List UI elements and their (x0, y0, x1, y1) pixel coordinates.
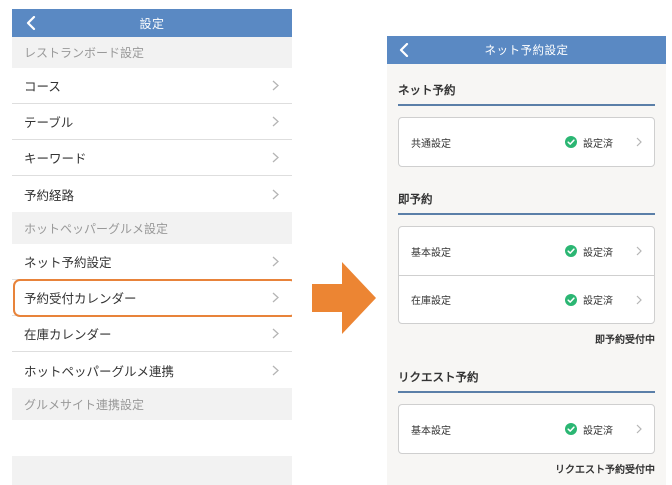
section-header-gourmet-sites: グルメサイト連携設定 (12, 388, 292, 420)
arrow-right-icon (312, 262, 376, 334)
settings-item-net-reservation[interactable]: ネット予約設定 (12, 244, 292, 280)
chevron-right-icon (270, 292, 280, 304)
check-circle-icon (565, 136, 577, 148)
status-badge: 設定済 (565, 292, 613, 307)
chevron-left-icon[interactable] (24, 16, 38, 30)
chevron-right-icon (635, 136, 643, 148)
settings-row-basic[interactable]: 基本設定 設定済 (399, 405, 654, 453)
status-text: 設定済 (583, 425, 613, 437)
settings-header: 設定 (12, 9, 292, 37)
status-badge: 設定済 (565, 422, 613, 437)
settings-item-label: キーワード (24, 151, 87, 166)
settings-item-label: 在庫カレンダー (24, 327, 112, 342)
status-badge: 設定済 (565, 244, 613, 259)
settings-item-reservation-route[interactable]: 予約経路 (12, 176, 292, 212)
row-label: 在庫設定 (411, 296, 451, 307)
row-label: 基本設定 (411, 247, 451, 259)
chevron-right-icon (270, 116, 280, 128)
chevron-left-icon[interactable] (397, 43, 411, 57)
section-header-restaurant-board: レストランボード設定 (12, 37, 292, 68)
check-circle-icon (565, 293, 577, 306)
status-text: 設定済 (583, 296, 613, 307)
settings-item-stock-calendar[interactable]: 在庫カレンダー (12, 316, 292, 352)
settings-item-label: コース (24, 79, 61, 94)
settings-item-label: ホットペッパーグルメ連携 (24, 363, 175, 379)
section-header-hotpepper: ホットペッパーグルメ設定 (12, 212, 292, 244)
page-title: ネット予約設定 (484, 43, 569, 57)
settings-item-label: ネット予約設定 (24, 255, 112, 270)
net-reservation-header: ネット予約設定 (387, 36, 666, 64)
chevron-right-icon (270, 80, 280, 92)
check-circle-icon (565, 423, 577, 435)
row-label: 共通設定 (411, 138, 451, 150)
settings-item-label: 予約受付カレンダー (24, 291, 137, 306)
chevron-right-icon (635, 245, 643, 257)
section-request-reservation: リクエスト予約 基本設定 設定済 リクエスト予約受付中 (398, 369, 655, 476)
chevron-right-icon (270, 152, 280, 164)
chevron-right-icon (270, 328, 280, 340)
request-reservation-status-note: リクエスト予約受付中 (555, 465, 655, 476)
settings-row-common[interactable]: 共通設定 設定済 (399, 118, 654, 166)
chevron-right-icon (635, 294, 643, 306)
row-label: 基本設定 (411, 425, 451, 437)
check-circle-icon (565, 245, 577, 257)
settings-row-basic[interactable]: 基本設定 設定済 (399, 227, 654, 275)
settings-item-label: テーブル (24, 115, 74, 130)
settings-card: 基本設定 設定済 (398, 404, 655, 454)
settings-item-table[interactable]: テーブル (12, 104, 292, 140)
chevron-right-icon (270, 364, 280, 376)
net-reservation-settings-screen: ネット予約設定 ネット予約 共通設定 設定済 即予約 基本設定 設定済 在庫設定… (387, 36, 666, 485)
chevron-right-icon (635, 423, 643, 435)
status-text: 設定済 (583, 247, 613, 259)
section-title: 即予約 (398, 191, 655, 215)
section-instant-reservation: 即予約 基本設定 設定済 在庫設定 設定済 即予約受付中 (398, 191, 655, 346)
section-title: リクエスト予約 (398, 369, 655, 393)
page-title: 設定 (139, 16, 165, 31)
section-net-reservation: ネット予約 共通設定 設定済 (398, 82, 655, 167)
settings-item-keyword[interactable]: キーワード (12, 140, 292, 176)
status-badge: 設定済 (565, 135, 613, 150)
settings-item-placeholder (12, 420, 292, 456)
settings-item-label: 予約経路 (24, 187, 75, 203)
chevron-right-icon (270, 256, 280, 268)
status-text: 設定済 (583, 138, 613, 150)
settings-row-stock[interactable]: 在庫設定 設定済 (399, 275, 654, 323)
settings-item-hotpepper-link[interactable]: ホットペッパーグルメ連携 (12, 352, 292, 388)
section-title: ネット予約 (398, 82, 655, 106)
settings-item-course[interactable]: コース (12, 68, 292, 104)
chevron-right-icon (270, 188, 280, 200)
instant-reservation-status-note: 即予約受付中 (595, 335, 655, 346)
settings-screen: 設定 レストランボード設定 コース テーブル キーワード 予約経路 ホットペッパ… (12, 9, 292, 485)
settings-card: 基本設定 設定済 在庫設定 設定済 (398, 226, 655, 324)
settings-item-reservation-calendar[interactable]: 予約受付カレンダー (12, 280, 292, 316)
settings-card: 共通設定 設定済 (398, 117, 655, 167)
